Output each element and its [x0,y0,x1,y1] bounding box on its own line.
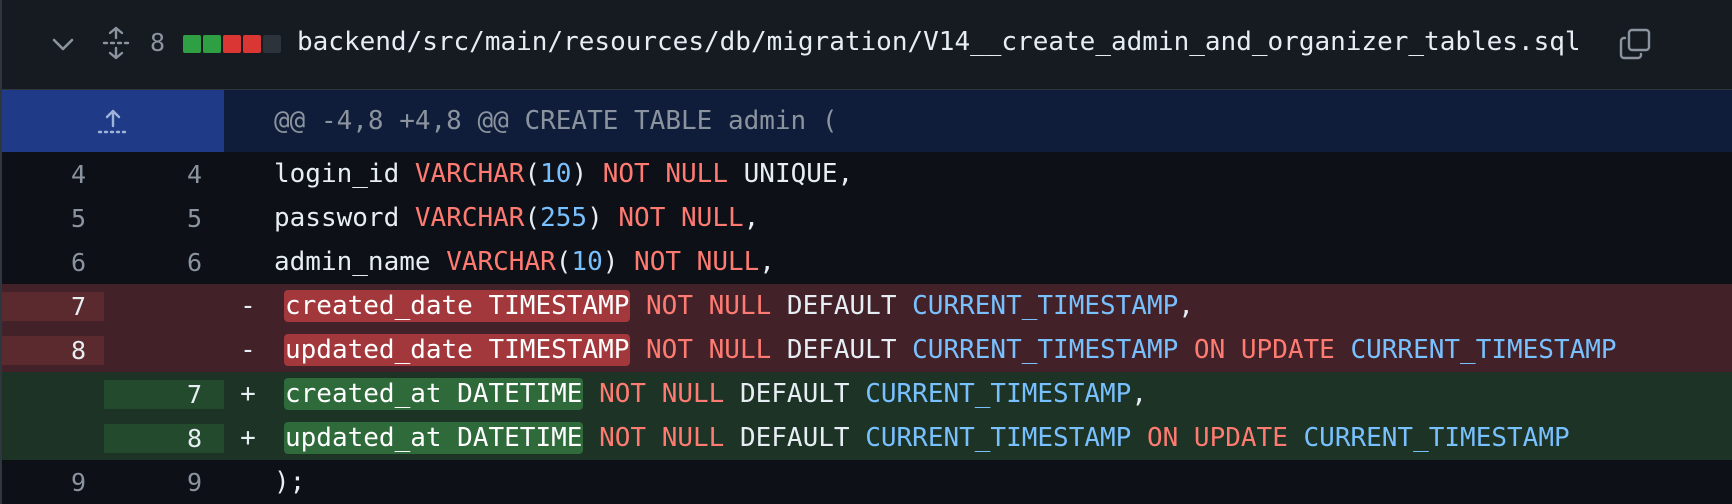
diff-sign: + [240,379,256,409]
diff-sign: - [240,335,256,365]
new-line-number[interactable]: 5 [104,204,224,233]
diff-stat-blocks [183,35,281,53]
chevron-down-icon[interactable] [50,32,76,58]
expand-up-button[interactable] [2,90,224,152]
old-line-number[interactable]: 9 [2,468,104,497]
new-line-number[interactable]: 7 [104,379,224,409]
diff-line-added: 8 + updated_at DATETIME NOT NULL DEFAULT… [2,416,1732,460]
copy-icon[interactable] [1616,25,1654,63]
old-line-number[interactable]: 6 [2,248,104,277]
unfold-icon[interactable] [99,26,133,60]
new-line-number[interactable]: 9 [104,468,224,497]
new-line-number[interactable]: 8 [104,423,224,453]
diff-sign: + [240,423,256,453]
stat-block [263,35,281,53]
new-line-number[interactable]: 6 [104,248,224,277]
stat-block [223,35,241,53]
diff-sign: - [240,291,256,321]
diff-line: 9 9 ); [2,460,1732,504]
diff-lines: 4 4 login_id VARCHAR(10) NOT NULL UNIQUE… [2,152,1732,504]
line-code: admin_name VARCHAR(10) NOT NULL, [274,247,775,277]
old-line-number[interactable]: 8 [2,335,104,365]
line-code: ); [274,467,306,497]
old-line-number[interactable]: 7 [2,291,104,321]
diff-line-deleted: 7 - created_date TIMESTAMP NOT NULL DEFA… [2,284,1732,328]
stat-block [183,35,201,53]
stat-block [243,35,261,53]
change-count: 8 [150,28,166,57]
diff-line: 6 6 admin_name VARCHAR(10) NOT NULL, [2,240,1732,284]
diff-line: 4 4 login_id VARCHAR(10) NOT NULL UNIQUE… [2,152,1732,196]
file-path-link[interactable]: backend/src/main/resources/db/migration/… [297,27,1581,57]
line-code: updated_at DATETIME NOT NULL DEFAULT CUR… [284,422,1570,454]
diff-file-view: 8 backend/src/main/resources/db/migratio… [0,0,1732,504]
diff-line: 5 5 password VARCHAR(255) NOT NULL, [2,196,1732,240]
line-code: password VARCHAR(255) NOT NULL, [274,203,760,233]
line-code: login_id VARCHAR(10) NOT NULL UNIQUE, [274,159,854,189]
diff-line-deleted: 8 - updated_date TIMESTAMP NOT NULL DEFA… [2,328,1732,372]
line-code: created_at DATETIME NOT NULL DEFAULT CUR… [284,378,1147,410]
expand-up-icon [97,109,127,134]
old-line-number[interactable]: 5 [2,204,104,233]
stat-block [203,35,221,53]
new-line-number[interactable]: 4 [104,160,224,189]
hunk-header: @@ -4,8 +4,8 @@ CREATE TABLE admin ( [2,90,1732,152]
diff-line-added: 7 + created_at DATETIME NOT NULL DEFAULT… [2,372,1732,416]
old-line-number[interactable]: 4 [2,160,104,189]
line-code: created_date TIMESTAMP NOT NULL DEFAULT … [284,290,1194,322]
file-header: 8 backend/src/main/resources/db/migratio… [2,0,1732,90]
line-code: updated_date TIMESTAMP NOT NULL DEFAULT … [284,334,1617,366]
hunk-header-text: @@ -4,8 +4,8 @@ CREATE TABLE admin ( [274,106,838,136]
